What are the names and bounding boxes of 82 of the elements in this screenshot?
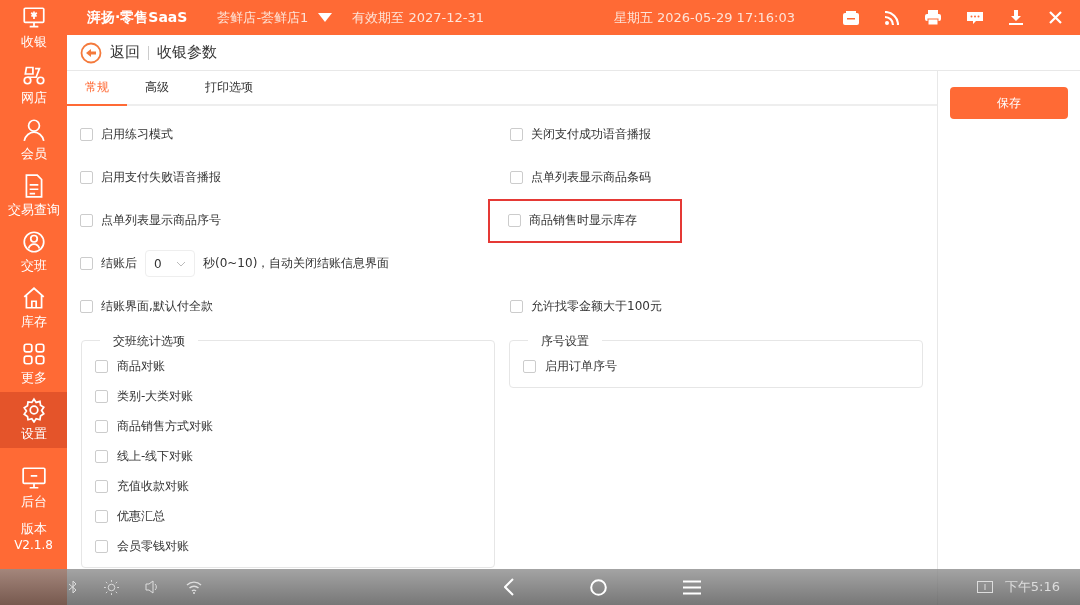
checkbox[interactable] xyxy=(95,389,108,403)
group-title: 序号设置 xyxy=(528,333,602,350)
option-label: 关闭支付成功语音播报 xyxy=(531,126,651,143)
sidebar-item[interactable]: 更多 xyxy=(0,336,67,392)
cash-drawer-icon[interactable] xyxy=(843,10,859,25)
printer-icon[interactable] xyxy=(925,10,941,25)
option-label: 商品销售时显示库存 xyxy=(529,212,637,229)
sidebar-item[interactable]: 网店 xyxy=(0,56,67,112)
checkbox[interactable] xyxy=(95,539,108,553)
option-label: 点单列表显示商品序号 xyxy=(101,212,221,229)
checkbox[interactable] xyxy=(510,171,523,184)
sidebar-item[interactable]: 收银 xyxy=(0,0,67,56)
bluetooth-icon[interactable] xyxy=(68,580,78,594)
sidebar-item[interactable]: 交易查询 xyxy=(0,168,67,224)
option-label: 启用订单序号 xyxy=(545,357,617,375)
seconds-dropdown[interactable]: 0 xyxy=(145,250,195,277)
save-button[interactable]: 保存 xyxy=(950,87,1068,119)
wifi-icon[interactable] xyxy=(186,580,202,594)
page-title: 收银参数 xyxy=(157,43,217,62)
group-title: 交班统计选项 xyxy=(100,333,198,350)
clock-time: 下午5:16 xyxy=(1004,578,1060,596)
store-dropdown[interactable]: 荟鲜店-荟鲜店1 xyxy=(217,8,333,27)
monitor-icon xyxy=(20,465,47,491)
checkbox[interactable] xyxy=(95,419,108,433)
checkbox[interactable] xyxy=(80,171,93,184)
expiry-date: 有效期至 2027-12-31 xyxy=(352,8,485,27)
datetime: 星期五 2026-05-29 17:16:03 xyxy=(613,8,795,27)
screen-icon[interactable] xyxy=(976,581,993,593)
checkbox[interactable] xyxy=(80,257,93,270)
option-label: 充值收款对账 xyxy=(117,477,189,495)
sidebar-item[interactable]: 库存 xyxy=(0,280,67,336)
chevron-down-icon xyxy=(176,260,186,267)
brand-name: 湃扬·零售SaaS xyxy=(87,8,188,27)
sidebar-item[interactable]: 设置 xyxy=(0,392,67,448)
option-label: 允许找零金额大于100元 xyxy=(531,298,662,315)
tab[interactable]: 打印选项 xyxy=(187,71,271,104)
brightness-icon[interactable] xyxy=(104,579,119,595)
sidebar-item[interactable]: 交班 xyxy=(0,224,67,280)
register-icon xyxy=(20,5,47,31)
option-label: 线上-线下对账 xyxy=(117,447,194,465)
checkbox[interactable] xyxy=(80,128,93,141)
checkbox[interactable] xyxy=(95,359,108,373)
option-label: 秒(0~10)，自动关闭结账信息界面 xyxy=(203,255,390,272)
checkbox[interactable] xyxy=(80,300,93,313)
checkbox[interactable] xyxy=(510,300,523,313)
option-label: 会员零钱对账 xyxy=(117,537,189,555)
home-icon[interactable] xyxy=(589,578,607,596)
option-label: 启用练习模式 xyxy=(101,126,173,143)
checkbox[interactable] xyxy=(523,359,536,373)
download-icon[interactable] xyxy=(1009,10,1023,25)
message-icon[interactable] xyxy=(967,10,983,25)
grid-icon xyxy=(20,341,47,367)
version-number: V2.1.8 xyxy=(13,538,54,552)
settings-icon xyxy=(20,397,47,423)
checkbox[interactable] xyxy=(95,449,108,463)
caret-icon xyxy=(318,13,333,22)
rss-icon[interactable] xyxy=(885,10,899,25)
tab[interactable]: 常规 xyxy=(67,71,127,106)
option-label: 启用支付失败语音播报 xyxy=(101,169,221,186)
volume-icon[interactable] xyxy=(145,580,160,594)
back-link[interactable]: 返回 xyxy=(110,43,140,62)
option-label: 类别-大类对账 xyxy=(117,387,194,405)
menu-icon[interactable] xyxy=(682,579,701,595)
checkbox[interactable] xyxy=(508,214,521,227)
close-icon[interactable] xyxy=(1049,11,1062,24)
person-icon xyxy=(20,117,47,143)
version-label: 版本 xyxy=(19,520,48,538)
option-label: 优惠汇总 xyxy=(117,507,165,525)
checkbox[interactable] xyxy=(510,128,523,141)
checkbox[interactable] xyxy=(80,214,93,227)
option-label: 结账界面,默认付全款 xyxy=(101,298,213,315)
checkbox[interactable] xyxy=(95,479,108,493)
option-label: 点单列表显示商品条码 xyxy=(531,169,651,186)
person-circle-icon xyxy=(20,229,47,255)
option-label: 商品对账 xyxy=(117,357,165,375)
option-label: 商品销售方式对账 xyxy=(117,417,213,435)
checkbox[interactable] xyxy=(95,509,108,523)
option-label: 结账后 xyxy=(101,255,137,272)
back-icon[interactable] xyxy=(503,578,514,596)
sidebar-item[interactable]: 会员 xyxy=(0,112,67,168)
tab[interactable]: 高级 xyxy=(127,71,187,104)
sidebar-item[interactable]: 后台 xyxy=(0,460,67,516)
